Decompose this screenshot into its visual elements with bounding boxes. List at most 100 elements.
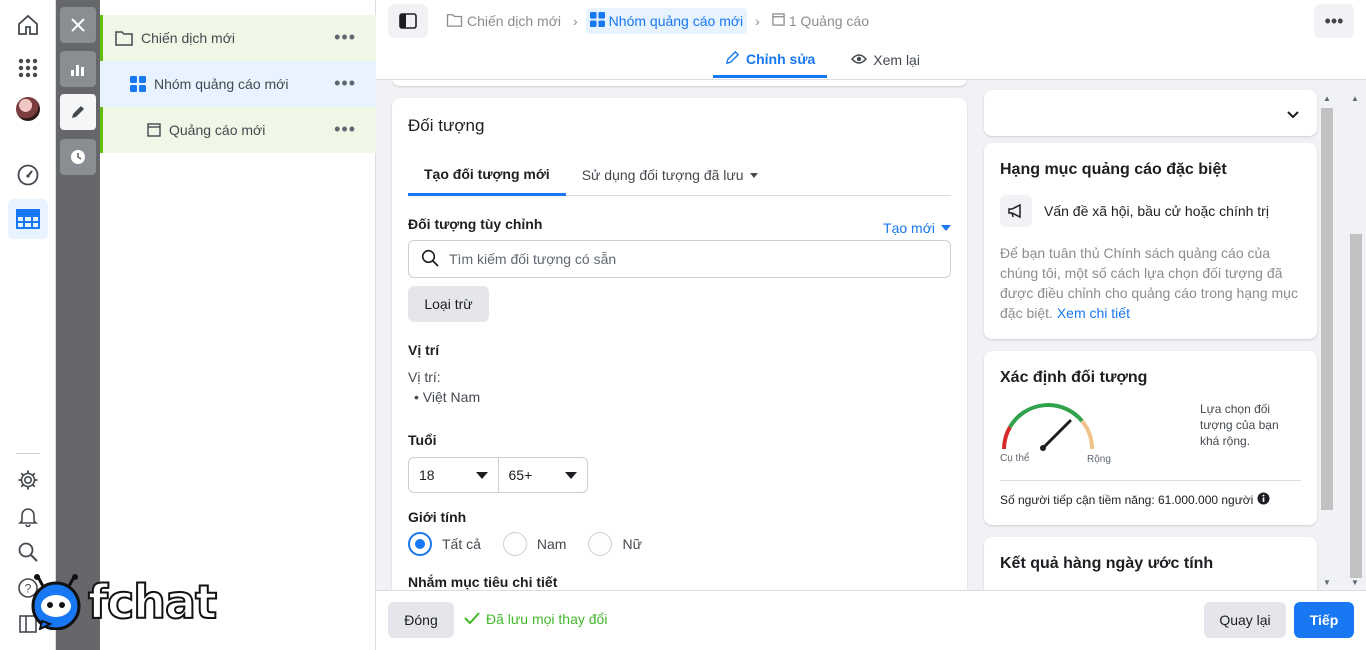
megaphone-icon bbox=[1000, 195, 1032, 227]
breadcrumb: Chiến dịch mới › Nhóm quảng cáo mới › 1 … bbox=[442, 8, 873, 34]
audience-search-input[interactable]: Tìm kiếm đối tượng có sẵn bbox=[408, 240, 951, 278]
audience-title: Đối tượng bbox=[408, 116, 485, 135]
age-min-select[interactable]: 18 bbox=[409, 458, 498, 492]
scrollbar-thumb[interactable] bbox=[1350, 234, 1362, 578]
location-value: • Việt Nam bbox=[414, 389, 481, 405]
custom-audience-label: Đối tượng tùy chỉnh bbox=[408, 216, 543, 232]
eye-icon bbox=[851, 52, 868, 68]
ads-manager-table-icon[interactable] bbox=[8, 199, 48, 239]
collapsed-card[interactable] bbox=[984, 90, 1317, 136]
potential-reach-text: Số người tiếp cận tiềm năng: 61.000.000 … bbox=[1000, 493, 1254, 507]
age-max-value: 65+ bbox=[508, 467, 533, 483]
create-new-dropdown[interactable]: Tạo mới bbox=[883, 220, 951, 236]
tab-create-audience[interactable]: Tạo đối tượng mới bbox=[408, 154, 566, 196]
daily-results-title: Kết quả hàng ngày ước tính bbox=[1000, 555, 1214, 572]
breadcrumb-ad[interactable]: 1 Quảng cáo bbox=[768, 8, 873, 34]
tab-review[interactable]: Xem lại bbox=[839, 42, 932, 78]
scroll-down-arrow-icon[interactable]: ▼ bbox=[1323, 578, 1331, 587]
tab-label: Chỉnh sửa bbox=[746, 50, 816, 67]
dashboard-gauge-icon[interactable] bbox=[8, 155, 48, 195]
divider bbox=[1000, 480, 1301, 481]
see-details-link[interactable]: Xem chi tiết bbox=[1057, 305, 1130, 321]
caret-down-icon bbox=[749, 172, 758, 178]
notification-bell-icon[interactable] bbox=[8, 496, 48, 536]
breadcrumb-adset[interactable]: Nhóm quảng cáo mới bbox=[585, 8, 748, 34]
gender-female-radio[interactable] bbox=[588, 532, 613, 556]
right-column-scrollbar[interactable]: ▲ ▼ bbox=[1320, 94, 1334, 590]
age-min-value: 18 bbox=[419, 467, 435, 483]
adset-more-menu[interactable]: ••• bbox=[334, 74, 356, 92]
editor-header: Chiến dịch mới › Nhóm quảng cáo mới › 1 … bbox=[376, 0, 1366, 80]
charts-icon[interactable] bbox=[60, 51, 96, 87]
gauge-broad-label: Rộng bbox=[1087, 454, 1111, 465]
audience-breadth-note: Lựa chọn đối tượng của bạn khá rộng. bbox=[1200, 402, 1279, 448]
sidebar-toggle-icon[interactable] bbox=[388, 4, 428, 38]
breadcrumb-campaign[interactable]: Chiến dịch mới bbox=[442, 8, 565, 34]
audience-size-gauge bbox=[998, 399, 1098, 458]
close-editor-icon[interactable] bbox=[60, 7, 96, 43]
search-icon bbox=[421, 249, 439, 270]
home-icon[interactable] bbox=[8, 5, 48, 45]
chevron-right-icon: › bbox=[755, 13, 760, 29]
chevron-down-icon[interactable] bbox=[1287, 106, 1299, 122]
breadcrumb-label: Chiến dịch mới bbox=[467, 13, 561, 29]
age-range-selector: 18 65+ bbox=[408, 457, 588, 493]
page-scrollbar[interactable]: ▲ ▼ bbox=[1348, 94, 1364, 590]
caret-down-icon bbox=[475, 471, 488, 479]
left-nav-rail: ? bbox=[0, 0, 56, 650]
gender-male-radio[interactable] bbox=[502, 532, 527, 556]
tab-edit[interactable]: Chỉnh sửa bbox=[713, 42, 828, 78]
gauge-specific-label: Cụ thể bbox=[1000, 453, 1030, 464]
age-label: Tuổi bbox=[408, 432, 437, 448]
audience-tabs: Tạo đối tượng mới Sử dụng đối tượng đã l… bbox=[408, 154, 951, 196]
scroll-down-arrow-icon[interactable]: ▼ bbox=[1351, 578, 1359, 587]
more-options-button[interactable]: ••• bbox=[1314, 4, 1354, 38]
scrollbar-thumb[interactable] bbox=[1321, 108, 1333, 510]
special-category-title: Hạng mục quảng cáo đặc biệt bbox=[1000, 161, 1227, 178]
tree-item-label: Nhóm quảng cáo mới bbox=[154, 76, 289, 92]
mode-tabs: Chỉnh sửa Xem lại bbox=[713, 42, 932, 78]
info-icon[interactable] bbox=[1257, 492, 1270, 508]
checkmark-icon bbox=[464, 611, 480, 627]
tab-label: Xem lại bbox=[873, 52, 920, 68]
gender-male-label: Nam bbox=[536, 536, 567, 552]
campaign-tree-panel: Chiến dịch mới ••• Nhóm quảng cáo mới ••… bbox=[100, 0, 376, 650]
rail-divider bbox=[16, 453, 40, 454]
caret-down-icon bbox=[941, 225, 951, 231]
age-max-select[interactable]: 65+ bbox=[497, 458, 588, 492]
tree-item-ad[interactable]: Quảng cáo mới ••• bbox=[100, 107, 376, 153]
tree-item-adset[interactable]: Nhóm quảng cáo mới ••• bbox=[100, 61, 376, 107]
potential-reach: Số người tiếp cận tiềm năng: 61.000.000 … bbox=[1000, 492, 1270, 508]
scroll-up-arrow-icon[interactable]: ▲ bbox=[1323, 94, 1331, 103]
search-placeholder: Tìm kiếm đối tượng có sẵn bbox=[449, 251, 617, 267]
scroll-up-arrow-icon[interactable]: ▲ bbox=[1351, 94, 1359, 103]
close-button[interactable]: Đóng bbox=[388, 602, 454, 638]
settings-gear-icon[interactable] bbox=[8, 460, 48, 500]
location-label: Vị trí bbox=[408, 342, 440, 358]
tab-saved-audience[interactable]: Sử dụng đối tượng đã lưu bbox=[566, 154, 774, 196]
tree-item-campaign[interactable]: Chiến dịch mới ••• bbox=[100, 15, 376, 61]
ad-page-icon bbox=[147, 123, 161, 137]
caret-down-icon bbox=[565, 471, 577, 479]
campaign-more-menu[interactable]: ••• bbox=[334, 28, 356, 46]
profile-avatar[interactable] bbox=[8, 89, 48, 129]
search-icon[interactable] bbox=[8, 532, 48, 572]
history-clock-icon[interactable] bbox=[60, 139, 96, 175]
folder-icon bbox=[115, 30, 133, 46]
ad-more-menu[interactable]: ••• bbox=[334, 120, 356, 138]
special-category-item: Vấn đề xã hội, bầu cử hoặc chính trị bbox=[1000, 195, 1269, 227]
special-category-desc-text: Để bạn tuân thủ Chính sách quảng cáo của… bbox=[1000, 245, 1298, 321]
fchat-logo: fchat bbox=[28, 574, 218, 630]
gender-radio-group: Tất cả Nam Nữ bbox=[408, 532, 654, 556]
gender-all-radio[interactable] bbox=[408, 532, 432, 556]
back-button[interactable]: Quay lại bbox=[1204, 602, 1286, 638]
ad-page-icon bbox=[772, 13, 785, 29]
detailed-targeting-label: Nhắm mục tiêu chi tiết bbox=[408, 574, 558, 590]
exclude-button[interactable]: Loại trừ bbox=[408, 286, 489, 322]
apps-grid-icon[interactable] bbox=[8, 48, 48, 88]
breadcrumb-label: 1 Quảng cáo bbox=[788, 13, 869, 29]
edit-pencil-icon[interactable] bbox=[60, 94, 96, 130]
next-button[interactable]: Tiếp bbox=[1294, 602, 1354, 638]
editor-footer: Đóng Đã lưu mọi thay đổi Quay lại Tiếp bbox=[376, 590, 1366, 650]
chevron-right-icon: › bbox=[573, 13, 578, 29]
